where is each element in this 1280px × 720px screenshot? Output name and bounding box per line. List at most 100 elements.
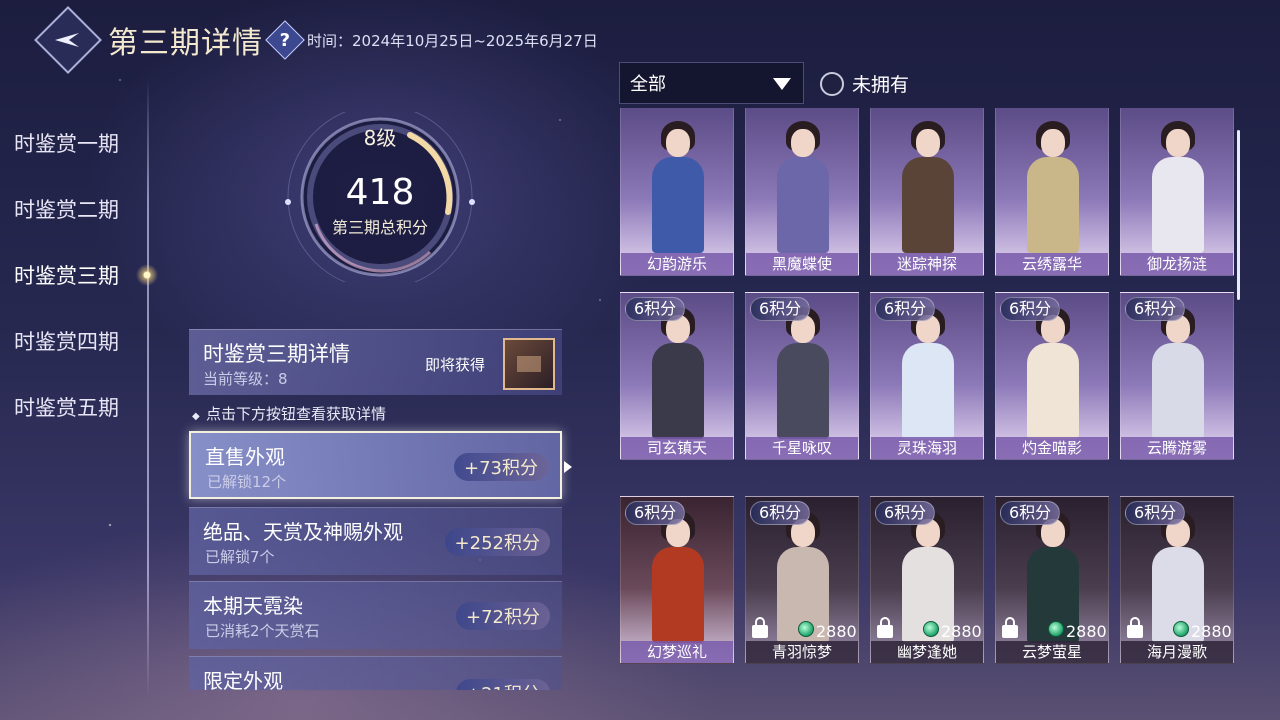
nav-item-season-2[interactable]: 时鉴赏二期	[0, 176, 160, 242]
lock-icon	[1127, 617, 1143, 639]
outfit-card[interactable]: 6积分灼金喵影	[995, 292, 1109, 460]
category-title: 直售外观	[205, 445, 285, 469]
outfit-price: 2880	[816, 622, 857, 641]
outfit-figure	[648, 303, 708, 439]
outfit-points-badge: 6积分	[1125, 297, 1186, 321]
outfit-name: 海月漫歌	[1121, 641, 1233, 663]
outfit-card[interactable]: 6积分司玄镇天	[620, 292, 734, 460]
category-limited[interactable]: 限定外观 +21积分	[189, 656, 562, 690]
jade-currency-icon	[798, 621, 814, 637]
caret-down-icon	[773, 78, 791, 90]
outfit-card[interactable]: 6积分幻梦巡礼	[620, 496, 734, 664]
page-title: 第三期详情	[108, 26, 263, 61]
outfit-card[interactable]: 迷踪神探	[870, 108, 984, 276]
category-title: 限定外观	[203, 669, 283, 690]
outfit-figure	[648, 507, 708, 643]
outfit-card[interactable]: 御龙扬涟	[1120, 108, 1234, 276]
level-label: 8级	[363, 126, 397, 150]
total-score-label: 第三期总积分	[331, 218, 428, 237]
outfit-points-badge: 6积分	[875, 297, 936, 321]
outfit-card[interactable]: 6积分 千星咏叹	[745, 292, 859, 460]
question-icon[interactable]: ?	[265, 20, 305, 60]
nav-item-season-1[interactable]: 时鉴赏一期	[0, 110, 160, 176]
outfit-name: 黑魔蝶使	[746, 253, 858, 275]
outfit-name: 幽梦逢她	[871, 641, 983, 663]
unowned-label: 未拥有	[852, 74, 910, 96]
outfit-name: 青羽惊梦	[746, 641, 858, 663]
outfit-points-badge: 6积分	[1125, 501, 1186, 525]
outfit-card[interactable]: 6积分 2880 青羽惊梦	[745, 496, 859, 664]
nav-item-label: 时鉴赏一期	[14, 132, 119, 156]
outfit-card[interactable]: 6积分 2880 幽梦逢她	[870, 496, 984, 664]
category-title: 本期天霓染	[203, 594, 303, 618]
category-title: 绝品、天赏及神赐外观	[203, 520, 403, 544]
back-button[interactable]	[34, 6, 102, 74]
outfit-points-badge: 6积分	[625, 297, 686, 321]
nav-item-season-4[interactable]: 时鉴赏四期	[0, 308, 160, 374]
outfit-name: 迷踪神探	[871, 253, 983, 275]
category-sub: 已消耗2个天赏石	[205, 622, 320, 640]
season-detail-card[interactable]: 时鉴赏三期详情 当前等级：8 即将获得	[189, 329, 562, 395]
outfit-card[interactable]: 6积分 2880 云梦萤星	[995, 496, 1109, 664]
outfit-points-badge: 6积分	[875, 501, 936, 525]
lock-icon	[877, 617, 893, 639]
outfit-figure	[1023, 303, 1083, 439]
outfit-price: 2880	[1066, 622, 1107, 641]
nav-item-label: 时鉴赏五期	[14, 396, 119, 420]
outfit-name: 云腾游雾	[1121, 437, 1233, 459]
lock-icon	[1002, 617, 1018, 639]
outfit-name: 云梦萤星	[996, 641, 1108, 663]
outfit-points-badge: 6积分	[1000, 501, 1061, 525]
outfit-grid: 幻韵游乐 黑魔蝶使 迷踪神探 云绣露华 御龙扬涟 6积分 司玄镇天 6积分 千星咏叹 6积分 灵珠海…	[616, 108, 1238, 690]
outfit-points-badge: 6积分	[1000, 297, 1061, 321]
hint-label: 点击下方按钮查看获取详情	[206, 405, 387, 423]
outfit-figure	[773, 303, 833, 439]
outfit-name: 幻韵游乐	[621, 253, 733, 275]
outfit-price: 2880	[1191, 622, 1232, 641]
outfit-name: 司玄镇天	[621, 437, 733, 459]
grid-scrollbar[interactable]	[1237, 130, 1240, 300]
category-points: +21积分	[456, 679, 550, 690]
outfit-figure	[1148, 303, 1208, 439]
filter-selected: 全部	[630, 74, 666, 95]
outfit-card[interactable]: 云绣露华	[995, 108, 1109, 276]
nav-item-label: 时鉴赏二期	[14, 198, 119, 222]
category-points: +73积分	[454, 453, 548, 481]
header: 第三期详情 ? 时间：2024年10月25日~2025年6月27日	[34, 6, 598, 74]
category-points: +252积分	[444, 528, 550, 556]
outfit-name: 幻梦巡礼	[621, 641, 733, 663]
outfit-figure	[1148, 117, 1208, 253]
nav-item-season-3[interactable]: 时鉴赏三期	[0, 242, 160, 308]
soon-label: 即将获得	[425, 356, 486, 374]
outfit-card[interactable]: 幻韵游乐	[620, 108, 734, 276]
filter-dropdown[interactable]: 全部	[619, 62, 804, 104]
outfit-card[interactable]: 黑魔蝶使	[745, 108, 859, 276]
outfit-name: 灼金喵影	[996, 437, 1108, 459]
category-points: +72积分	[456, 602, 550, 630]
lock-icon	[752, 617, 768, 639]
outfit-card[interactable]: 6积分云腾游雾	[1120, 292, 1234, 460]
hint-text: ◆ 点击下方按钮查看获取详情	[192, 403, 386, 424]
next-reward-thumbnail[interactable]	[503, 338, 555, 390]
period-text: 时间：2024年10月25日~2025年6月27日	[307, 31, 598, 50]
radio-icon[interactable]	[820, 71, 844, 96]
category-sub: 已解锁7个	[205, 548, 275, 566]
nav-item-season-5[interactable]: 时鉴赏五期	[0, 374, 160, 440]
category-dye[interactable]: 本期天霓染 已消耗2个天赏石 +72积分	[189, 581, 562, 649]
outfit-points-badge: 6积分	[625, 501, 686, 525]
unowned-filter-toggle[interactable]: 未拥有	[820, 70, 909, 97]
outfit-points-badge: 6积分	[750, 501, 811, 525]
level-ring: 8级 418 第三期总积分	[280, 112, 490, 282]
category-premium[interactable]: 绝品、天赏及神赐外观 已解锁7个 +252积分	[189, 507, 562, 575]
category-direct-sale[interactable]: 直售外观 已解锁12个 +73积分	[189, 431, 572, 499]
outfit-name: 灵珠海羽	[871, 437, 983, 459]
current-level: 当前等级：8	[203, 370, 288, 388]
diamond-bullet-icon: ◆	[192, 411, 200, 422]
active-star-icon	[136, 264, 158, 286]
season-nav: 时鉴赏一期 时鉴赏二期 时鉴赏三期 时鉴赏四期 时鉴赏五期	[0, 110, 160, 440]
outfit-card[interactable]: 6积分 2880 海月漫歌	[1120, 496, 1234, 664]
jade-currency-icon	[1173, 621, 1189, 637]
back-arrow-icon	[55, 33, 79, 47]
outfit-card[interactable]: 6积分灵珠海羽	[870, 292, 984, 460]
outfit-figure	[1023, 117, 1083, 253]
